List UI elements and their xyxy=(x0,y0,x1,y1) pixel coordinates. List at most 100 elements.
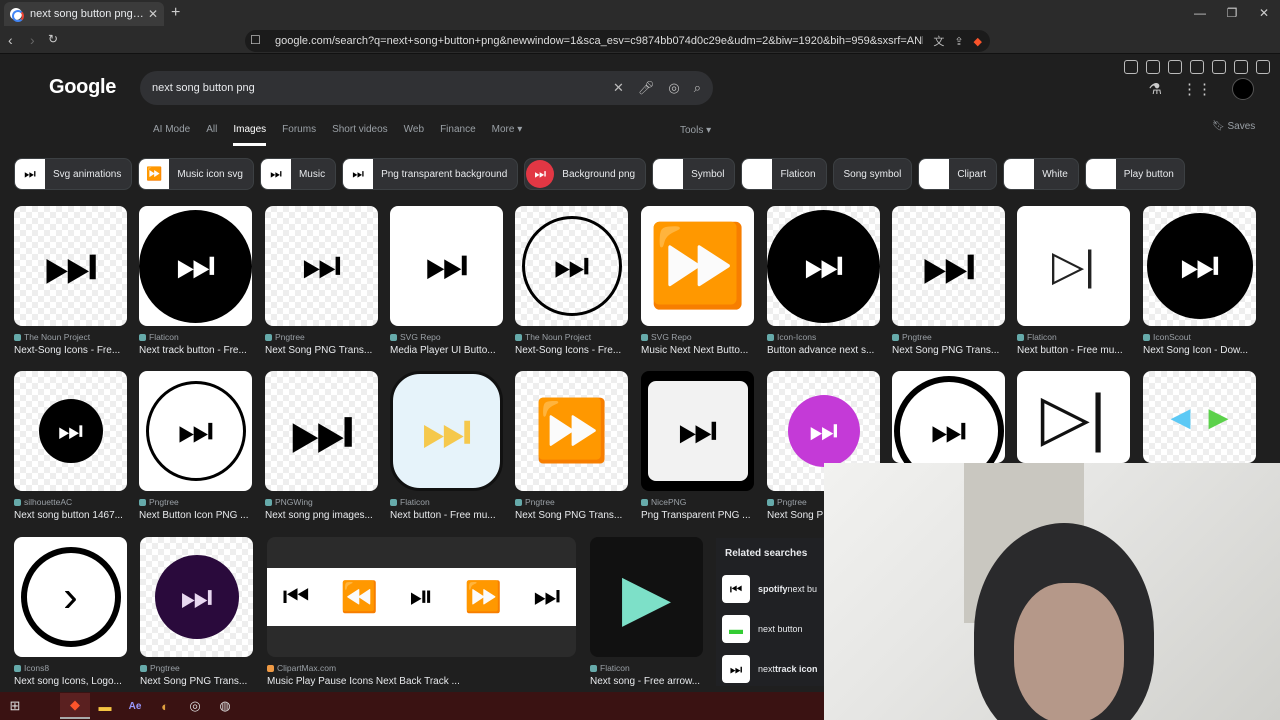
result-title[interactable]: Next song button 1467... xyxy=(14,510,127,521)
chip[interactable]: Symbol xyxy=(652,158,736,190)
image-result[interactable]: ⏩ Pngtree Next Song PNG Trans... xyxy=(515,371,628,521)
result-thumbnail[interactable]: ⏭ xyxy=(139,371,252,491)
result-title[interactable]: Next Song PNG Trans... xyxy=(515,510,628,521)
result-thumbnail[interactable]: ⏭ xyxy=(265,371,378,491)
image-result[interactable]: ⏭ Icon-Icons Button advance next s... xyxy=(767,206,880,356)
minimize-icon[interactable]: — xyxy=(1184,0,1216,28)
after-effects-icon[interactable]: Ae xyxy=(120,693,150,719)
chip[interactable]: Clipart xyxy=(918,158,998,190)
windows-start-icon[interactable]: ⊞ xyxy=(0,693,30,719)
result-thumbnail[interactable]: ⏭ xyxy=(390,371,503,491)
result-thumbnail[interactable]: ▷| xyxy=(1017,371,1130,463)
filter-images[interactable]: Images xyxy=(233,124,267,146)
result-thumbnail[interactable]: ⏩ xyxy=(641,206,754,326)
result-title[interactable]: Next Song PNG Trans... xyxy=(892,345,1005,356)
app-icon[interactable]: ◐ xyxy=(150,693,180,719)
forward-icon[interactable]: › xyxy=(30,32,35,48)
filter-short-videos[interactable]: Short videos xyxy=(332,124,388,146)
wallet-icon[interactable] xyxy=(1212,60,1226,74)
related-item[interactable]: ⏭ next track icon xyxy=(716,649,826,689)
app-icon[interactable]: ◍ xyxy=(210,693,240,719)
reload-icon[interactable]: ↻ xyxy=(48,32,58,46)
result-title[interactable]: Next Song PNG Trans... xyxy=(140,676,253,687)
result-title[interactable]: Next Button Icon PNG ... xyxy=(139,510,252,521)
translate-icon[interactable]: 文 xyxy=(933,33,944,49)
image-result[interactable]: › Icons8 Next song Icons, Logo... xyxy=(14,537,127,687)
brave-shield-icon[interactable]: ◆ xyxy=(974,35,982,48)
result-thumbnail[interactable]: ⏭ xyxy=(390,206,503,326)
chip[interactable]: ⏭ Png transparent background xyxy=(342,158,519,190)
result-title[interactable]: Next-Song Icons - Fre... xyxy=(515,345,628,356)
filter-forums[interactable]: Forums xyxy=(282,124,316,146)
close-tab-icon[interactable]: ✕ xyxy=(148,7,158,21)
chip[interactable]: ⏭ Music xyxy=(259,158,337,190)
result-thumbnail[interactable]: ⏩ xyxy=(515,371,628,491)
search-icon[interactable]: ⌕ xyxy=(694,80,701,96)
image-result[interactable]: ⏭ The Noun Project Next-Song Icons - Fre..… xyxy=(14,206,127,356)
result-thumbnail[interactable]: ◀ ▶ xyxy=(1143,371,1256,463)
result-title[interactable]: Music Play Pause Icons Next Back Track .… xyxy=(267,676,576,687)
tools-button[interactable]: Tools ▾ xyxy=(680,125,711,136)
image-result[interactable]: ⏭ xyxy=(892,371,1005,463)
image-result[interactable]: ⏭ silhouetteAC Next song button 1467... xyxy=(14,371,127,521)
result-thumbnail[interactable]: ▶ xyxy=(590,537,703,657)
brave-browser-icon[interactable]: ◆ xyxy=(60,693,90,719)
image-result[interactable]: ▶ Flaticon Next song - Free arrow... xyxy=(590,537,703,687)
bookmark-icon[interactable]: ☐ xyxy=(250,33,261,47)
related-item[interactable]: ⏮ spotify next bu xyxy=(716,569,826,609)
chip[interactable]: ⏭ Svg animations xyxy=(14,158,133,190)
image-result[interactable]: ⏭ Pngtree Next Song PNG Trans... xyxy=(892,206,1005,356)
filter-finance[interactable]: Finance xyxy=(440,124,476,146)
filter-all[interactable]: All xyxy=(206,124,217,146)
result-title[interactable]: Next button - Free mu... xyxy=(1017,345,1130,356)
image-result[interactable]: ⏭ The Noun Project Next-Song Icons - Fre..… xyxy=(515,206,628,356)
result-thumbnail[interactable]: › xyxy=(14,537,127,657)
image-result[interactable]: ▷| Flaticon Next button - Free mu... xyxy=(1017,206,1130,356)
app-icon[interactable]: ◎ xyxy=(180,693,210,719)
avatar[interactable] xyxy=(1232,78,1254,100)
image-result[interactable]: ⏭ SVG Repo Media Player UI Butto... xyxy=(390,206,503,356)
extension-icon[interactable] xyxy=(1124,60,1138,74)
result-title[interactable]: Media Player UI Butto... xyxy=(390,345,503,356)
image-result[interactable]: ⏩ SVG Repo Music Next Next Butto... xyxy=(641,206,754,356)
new-tab-icon[interactable]: + xyxy=(171,4,180,22)
result-title[interactable]: Button advance next s... xyxy=(767,345,880,356)
image-result[interactable]: ◀ ▶ xyxy=(1143,371,1256,463)
filter-more[interactable]: More ▾ xyxy=(492,124,523,146)
clear-icon[interactable]: ✕ xyxy=(613,80,624,96)
search-box[interactable]: next song button png ✕ 🎤︎ ◎ ⌕ xyxy=(140,71,713,105)
share-icon[interactable]: ⇪ xyxy=(954,35,963,48)
vpn-icon[interactable] xyxy=(1234,60,1248,74)
result-thumbnail[interactable]: ⏭ xyxy=(641,371,754,491)
result-thumbnail[interactable]: ⏭ xyxy=(892,206,1005,326)
result-title[interactable]: Next Song PNG Trans... xyxy=(265,345,378,356)
result-thumbnail[interactable]: ⏮ ⏪ ⏯ ⏩ ⏭ xyxy=(267,537,576,657)
result-thumbnail[interactable]: ⏭ xyxy=(139,206,252,326)
image-result[interactable]: ⏭ NicePNG Png Transparent PNG ... xyxy=(641,371,754,521)
image-result[interactable]: ⏭ Flaticon Next button - Free mu... xyxy=(390,371,503,521)
extension-icon[interactable] xyxy=(1146,60,1160,74)
download-icon[interactable] xyxy=(1168,60,1182,74)
result-thumbnail[interactable]: ⏭ xyxy=(140,537,253,657)
mic-icon[interactable]: 🎤︎ xyxy=(638,80,655,96)
result-title[interactable]: Png Transparent PNG ... xyxy=(641,510,754,521)
chip[interactable]: ⏭ Background png xyxy=(524,158,647,190)
image-result[interactable]: ⏭ Pngtree Next Song PNG Trans... xyxy=(140,537,253,687)
lens-icon[interactable]: ◎ xyxy=(668,80,679,96)
result-title[interactable]: Next Song Icon - Dow... xyxy=(1143,345,1256,356)
chip[interactable]: Flaticon xyxy=(741,158,827,190)
result-title[interactable]: Next song Icons, Logo... xyxy=(14,676,127,687)
image-result[interactable]: ⏭ Flaticon Next track button - Fre... xyxy=(139,206,252,356)
chip[interactable]: Song symbol xyxy=(832,158,913,190)
result-thumbnail[interactable]: ⏭ xyxy=(892,371,1005,463)
result-title[interactable]: Next-Song Icons - Fre... xyxy=(14,345,127,356)
result-thumbnail[interactable]: ▷| xyxy=(1017,206,1130,326)
google-logo[interactable]: Google xyxy=(49,76,116,99)
restore-icon[interactable]: ❐ xyxy=(1216,0,1248,28)
result-title[interactable]: Next song - Free arrow... xyxy=(590,676,703,687)
tab-google-search[interactable]: next song button png - Google ✕ xyxy=(4,2,164,26)
chip[interactable]: White xyxy=(1003,158,1079,190)
related-item[interactable]: ▬ next button xyxy=(716,609,826,649)
result-title[interactable]: Music Next Next Butto... xyxy=(641,345,754,356)
saves-button[interactable]: 🔖︎ Saves xyxy=(1212,121,1255,132)
